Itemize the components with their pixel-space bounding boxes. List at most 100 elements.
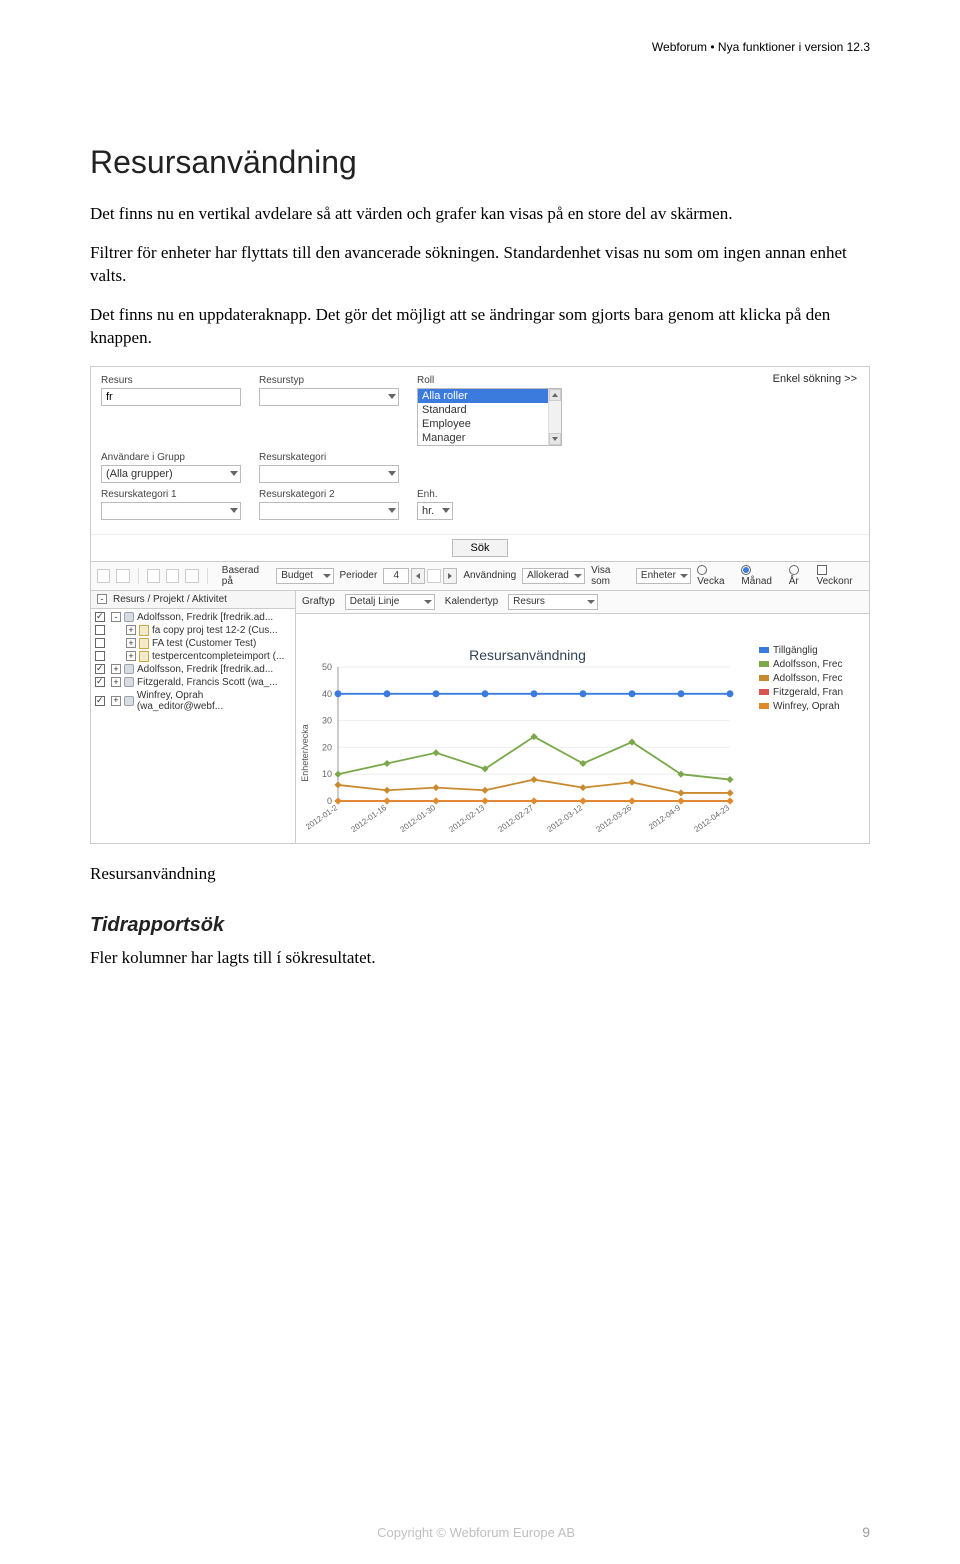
expand-icon[interactable] (97, 569, 110, 583)
svg-text:2012-04-23: 2012-04-23 (692, 803, 731, 834)
svg-text:2012-01-2: 2012-01-2 (304, 803, 339, 832)
radio-manad[interactable]: Månad (741, 565, 782, 587)
tree-checkbox[interactable] (95, 677, 105, 687)
chart-panel: Graftyp Detalj Linje Kalendertyp Resurs … (296, 591, 869, 843)
line-chart: 010203040502012-01-22012-01-162012-01-30… (296, 663, 736, 843)
perioder-prev-button[interactable] (411, 568, 425, 584)
search-button[interactable]: Sök (452, 539, 509, 557)
label-anv-grupp: Användare i Grupp (101, 452, 241, 463)
legend-marker (759, 689, 769, 695)
svg-text:2012-04-9: 2012-04-9 (647, 803, 682, 832)
person-icon (124, 677, 134, 687)
anv-grupp-value: (Alla grupper) (106, 468, 173, 480)
resurstyp-dropdown[interactable] (259, 388, 399, 406)
checkbox-veckonr[interactable]: Veckonr (817, 565, 864, 587)
roll-option-1[interactable]: Standard (418, 403, 561, 417)
calendar-icon[interactable] (427, 569, 441, 583)
scroll-up-icon[interactable] (549, 389, 561, 401)
perioder-value[interactable]: 4 (383, 568, 409, 584)
svg-text:50: 50 (322, 663, 332, 672)
anv-grupp-dropdown[interactable]: (Alla grupper) (101, 465, 241, 483)
listbox-scrollbar[interactable] (548, 389, 561, 445)
roll-listbox[interactable]: Alla roller Standard Employee Manager (417, 388, 562, 446)
tree-checkbox[interactable] (95, 696, 105, 706)
expand-icon[interactable]: + (111, 696, 121, 706)
tree-row[interactable]: +testpercentcompleteimport (... (95, 650, 291, 663)
tree-checkbox[interactable] (95, 625, 105, 635)
chevron-down-icon (230, 471, 238, 476)
resurs-input[interactable] (101, 388, 241, 406)
visa-som-value: Enheter (641, 570, 676, 581)
expand-icon[interactable]: + (126, 638, 136, 648)
legend-label: Tillgänglig (773, 645, 818, 656)
section-title: Resursanvändning (90, 144, 870, 181)
tree-checkbox[interactable] (95, 651, 105, 661)
tree-header-label: Resurs / Projekt / Aktivitet (113, 594, 227, 605)
radio-manad-label: Månad (741, 576, 772, 587)
roll-option-0[interactable]: Alla roller (418, 389, 561, 403)
expand-icon[interactable]: + (111, 664, 121, 674)
chevron-down-icon (388, 508, 396, 513)
svg-text:2012-01-16: 2012-01-16 (349, 803, 388, 834)
resurskategori-dropdown[interactable] (259, 465, 399, 483)
radio-ar-label: År (789, 576, 799, 587)
person-icon (124, 612, 134, 622)
tree-item-label: fa copy proj test 12-2 (Cus... (152, 625, 278, 636)
expand-icon[interactable]: + (111, 677, 121, 687)
chart-toolbar: Graftyp Detalj Linje Kalendertyp Resurs (296, 591, 869, 614)
perioder-next-button[interactable] (443, 568, 457, 584)
radio-vecka[interactable]: Vecka (697, 565, 735, 587)
legend-item: Winfrey, Oprah (759, 701, 863, 712)
chevron-down-icon (587, 600, 595, 604)
person-icon (124, 664, 134, 674)
svg-text:2012-03-12: 2012-03-12 (545, 803, 584, 834)
tree-row[interactable]: +Adolfsson, Fredrik [fredrik.ad... (95, 663, 291, 676)
chevron-down-icon (574, 574, 582, 578)
scroll-down-icon[interactable] (549, 433, 561, 445)
tree-item-label: Winfrey, Oprah (wa_editor@webf... (137, 690, 291, 712)
footer-copyright: Copyright © Webforum Europe AB (377, 1525, 575, 1540)
tree-checkbox[interactable] (95, 612, 105, 622)
tree-row[interactable]: -Adolfsson, Fredrik [fredrik.ad... (95, 611, 291, 624)
legend-marker (759, 647, 769, 653)
refresh-icon[interactable] (185, 569, 198, 583)
kalendertyp-dropdown[interactable]: Resurs (508, 594, 598, 610)
tree-row[interactable]: +FA test (Customer Test) (95, 637, 291, 650)
anvandning-dropdown[interactable]: Allokerad (522, 568, 585, 584)
grid-icon[interactable] (147, 569, 160, 583)
radio-ar[interactable]: År (789, 565, 811, 587)
label-kalendertyp: Kalendertyp (445, 596, 498, 607)
tree-row[interactable]: + fa copy proj test 12-2 (Cus... (95, 624, 291, 637)
chart-icon[interactable] (166, 569, 179, 583)
filter-panel: Enkel sökning >> Resurs Resurstyp Roll A… (91, 367, 869, 534)
chevron-down-icon (424, 600, 432, 604)
collapse-all-icon[interactable]: - (97, 594, 107, 604)
simple-search-link[interactable]: Enkel sökning >> (773, 373, 857, 385)
label-enh: Enh. (417, 489, 453, 500)
baserad-dropdown[interactable]: Budget (276, 568, 333, 584)
chevron-down-icon (442, 508, 450, 513)
rk1-dropdown[interactable] (101, 502, 241, 520)
subsection-title: Tidrapportsök (90, 914, 870, 937)
legend-item: Tillgänglig (759, 645, 863, 656)
graftyp-dropdown[interactable]: Detalj Linje (345, 594, 435, 610)
tree-checkbox[interactable] (95, 638, 105, 648)
svg-text:30: 30 (322, 715, 332, 725)
tree-panel: - Resurs / Projekt / Aktivitet -Adolfsso… (91, 591, 296, 843)
rk2-dropdown[interactable] (259, 502, 399, 520)
collapse-icon[interactable] (116, 569, 129, 583)
roll-option-2[interactable]: Employee (418, 417, 561, 431)
document-icon (139, 651, 149, 662)
expand-icon[interactable]: - (111, 612, 121, 622)
roll-option-3[interactable]: Manager (418, 431, 561, 445)
visa-som-dropdown[interactable]: Enheter (636, 568, 691, 584)
tree-row[interactable]: +Fitzgerald, Francis Scott (wa_... (95, 676, 291, 689)
tree-checkbox[interactable] (95, 664, 105, 674)
baserad-value: Budget (281, 570, 313, 581)
chevron-down-icon (680, 574, 688, 578)
expand-icon[interactable]: + (126, 625, 136, 635)
tree-row[interactable]: + Winfrey, Oprah (wa_editor@webf... (95, 689, 291, 713)
svg-text:2012-02-13: 2012-02-13 (447, 803, 486, 834)
expand-icon[interactable]: + (126, 651, 136, 661)
enh-dropdown[interactable]: hr. (417, 502, 453, 520)
